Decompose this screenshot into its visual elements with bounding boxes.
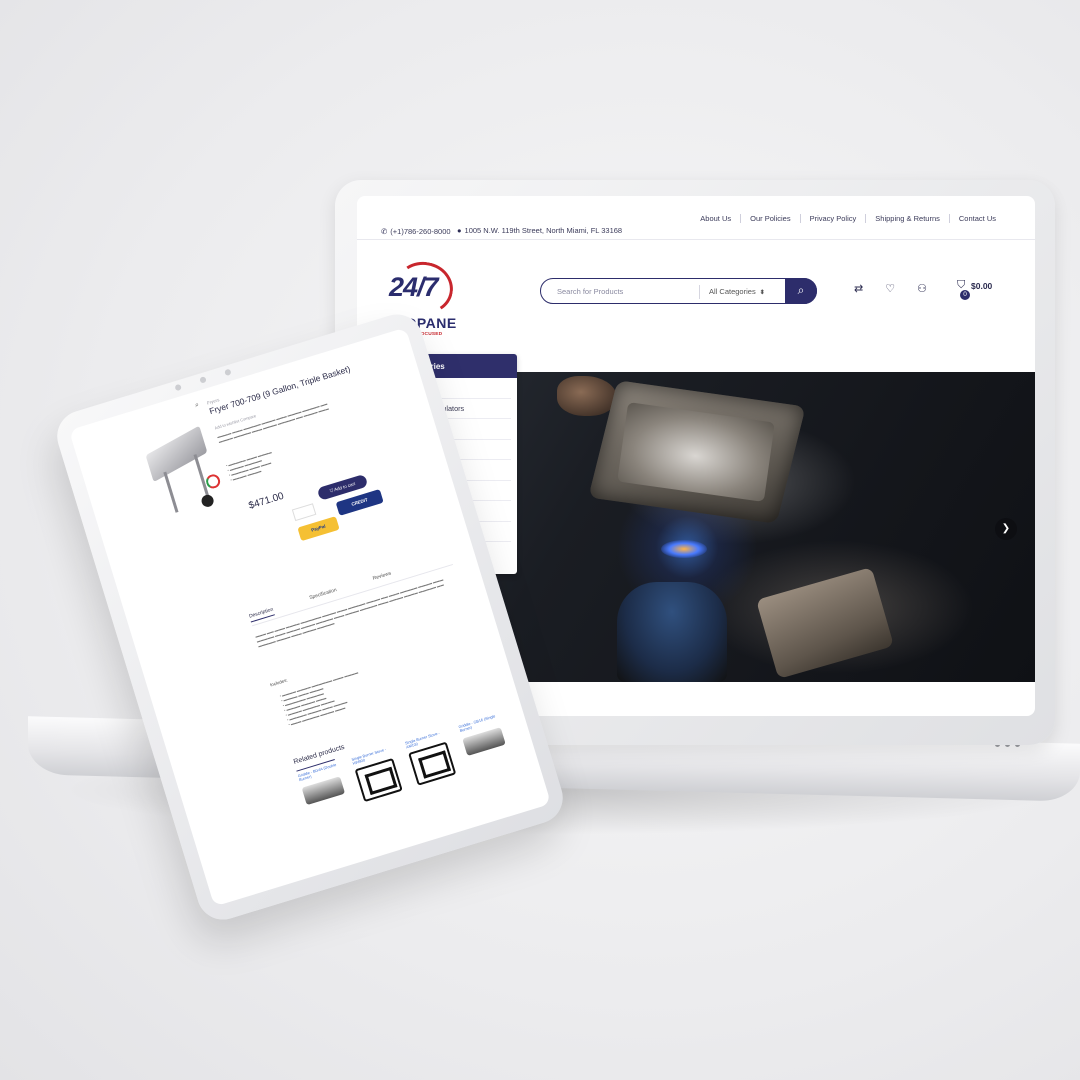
search-icon: ⌕ xyxy=(797,282,805,297)
cart-count-badge: 0 xyxy=(960,290,970,300)
header-icons: ⇄ ♡ ⚇ xyxy=(854,282,927,295)
includes-label: Includes: xyxy=(269,677,289,688)
chevron-right-icon: ❯ xyxy=(1001,523,1011,534)
product-feature-list: • ▬▬▬▬▬ ▬▬▬ ▬▬▬▬ • ▬▬▬▬ ▬▬▬▬▬ • ▬▬▬▬▬ ▬▬… xyxy=(225,450,273,483)
location-icon: ● xyxy=(457,226,462,235)
hero-pan-small xyxy=(756,567,894,679)
related-product-image[interactable] xyxy=(408,741,457,786)
related-product-image[interactable] xyxy=(301,776,346,806)
hero-stove xyxy=(617,582,727,682)
tab-specification[interactable]: Specification xyxy=(309,587,339,604)
user-icon[interactable]: ⚇ xyxy=(917,282,927,295)
search-input[interactable]: Search for Products xyxy=(557,287,623,296)
phone-icon: ✆ xyxy=(381,227,388,236)
quantity-input[interactable] xyxy=(291,503,317,522)
related-product-card[interactable]: Single Burner Stove - HW900 xyxy=(351,745,407,803)
cart-button[interactable]: ⛉ 0 $0.00 xyxy=(957,279,992,300)
cart-total: $0.00 xyxy=(971,281,993,291)
slider-next-button[interactable]: ❯ xyxy=(995,518,1017,540)
related-product-card[interactable]: Griddle - GB16 (Single Burner) xyxy=(458,713,514,770)
related-product-card[interactable]: Griddle - BG4A (Double Burner) xyxy=(298,762,354,819)
related-product-image[interactable] xyxy=(354,757,403,803)
related-product-card[interactable]: Single Burner Stove - AM100 xyxy=(405,729,461,786)
search-divider xyxy=(699,285,700,299)
search-bar: Search for Products All Categories ⬍ ⌕ xyxy=(540,277,817,304)
link-about-us[interactable]: About Us xyxy=(691,214,740,223)
compare-icon[interactable]: ⇄ xyxy=(854,282,863,295)
logo-number: 24/7 xyxy=(389,272,439,302)
category-select[interactable]: All Categories ⬍ xyxy=(709,287,765,296)
search-button[interactable]: ⌕ xyxy=(785,277,817,304)
hero-hand xyxy=(557,376,617,416)
includes-list: • ▬▬▬▬ ▬▬▬▬ ▬▬▬▬▬▬ ▬▬▬ ▬▬▬▬ • ▬▬▬▬ ▬▬▬ ▬… xyxy=(279,670,359,727)
topbar-links: About Us Our Policies Privacy Policy Shi… xyxy=(691,214,1005,223)
hero-flame xyxy=(661,540,707,558)
topbar-address: ● 1005 N.W. 119th Street, North Miami, FL… xyxy=(457,226,623,235)
related-products-list: Griddle - BG4A (Double Burner) Single Bu… xyxy=(298,713,514,819)
product-price: $471.00 xyxy=(247,490,286,512)
link-our-policies[interactable]: Our Policies xyxy=(740,214,799,223)
paypal-button[interactable]: PayPal xyxy=(297,516,340,542)
chevron-updown-icon: ⬍ xyxy=(759,290,765,296)
link-privacy-policy[interactable]: Privacy Policy xyxy=(799,214,866,223)
topbar: ✆ (+1)786-260-8000 ● 1005 N.W. 119th Stree… xyxy=(357,214,1035,240)
link-contact-us[interactable]: Contact Us xyxy=(948,214,1005,223)
related-product-image[interactable] xyxy=(462,727,506,757)
link-shipping-returns[interactable]: Shipping & Returns xyxy=(865,214,949,223)
heart-icon[interactable]: ♡ xyxy=(885,282,895,295)
topbar-phone[interactable]: ✆ (+1)786-260-8000 xyxy=(381,227,451,236)
search-icon[interactable]: ⌕ xyxy=(194,401,200,410)
